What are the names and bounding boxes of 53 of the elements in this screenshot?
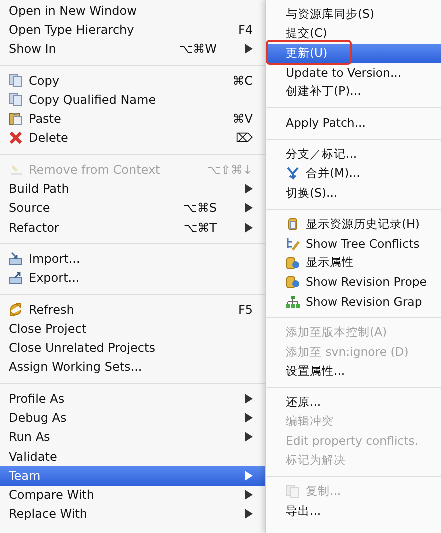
menu-item[interactable]: Build Path [0, 179, 265, 199]
properties-icon [286, 256, 300, 270]
pages-icon [9, 92, 23, 107]
menu-item[interactable]: Assign Working Sets... [0, 358, 265, 378]
menu-item[interactable]: Export... [0, 268, 265, 288]
menu-item[interactable]: 导出... [266, 502, 441, 521]
menu-item[interactable]: 提交(C) [266, 24, 441, 44]
menu-item[interactable]: 设置属性... [266, 362, 441, 382]
export-icon [9, 271, 23, 286]
menu-item[interactable]: 合并(M)... [266, 164, 441, 184]
clipboard-icon [9, 112, 23, 126]
menu-item[interactable]: Open in New Window [0, 1, 265, 20]
menu-item[interactable]: Debug As [0, 408, 265, 428]
menu-item[interactable]: Profile As [0, 389, 265, 408]
menu-item[interactable]: 还原... [266, 393, 441, 412]
menu-item[interactable]: Run As [0, 428, 265, 447]
menu-item[interactable]: 分支／标记... [266, 144, 441, 164]
menu-item[interactable]: Source ⌥⌘S [0, 198, 265, 218]
menu-item[interactable]: Copy Qualified Name [0, 90, 265, 110]
menu-item[interactable]: Close Project [0, 319, 265, 338]
pages-icon [286, 484, 300, 499]
menu-item[interactable]: Show Tree Conflicts [266, 234, 441, 254]
menu-item[interactable]: Import... [0, 249, 265, 269]
import-icon [9, 252, 23, 266]
menu-item[interactable]: 显示资源历史记录(H) [266, 214, 441, 234]
menu-item[interactable]: Show Revision Grap [266, 292, 441, 312]
delete-icon [9, 131, 23, 146]
menu-item[interactable]: 切换(S)... [266, 183, 441, 203]
menu-item[interactable]: Replace With [0, 504, 265, 524]
menu-item[interactable]: 创建补丁(P)... [266, 82, 441, 102]
menu-item[interactable]: Compare With [0, 486, 265, 505]
menu-item[interactable]: Paste ⌘V [0, 109, 265, 129]
menu-item[interactable]: 显示属性 [266, 253, 441, 273]
menu-item[interactable]: Team [0, 466, 265, 486]
cylinder-icon [286, 217, 300, 232]
menu-item[interactable]: Copy ⌘C [0, 70, 265, 90]
properties-icon [286, 275, 300, 290]
menu-item[interactable]: Show Revision Prope [266, 272, 441, 292]
menu-item[interactable]: Show In ⌥⌘W [0, 40, 265, 59]
menu-item[interactable]: Apply Patch... [266, 113, 441, 133]
menu-item[interactable]: Close Unrelated Projects [0, 338, 265, 358]
menu-item[interactable]: Delete ⌦ [0, 128, 265, 148]
menu-item[interactable]: Update to Version... [266, 62, 441, 82]
merge-arrow-icon [286, 166, 300, 181]
menu-item[interactable]: Refresh F5 [0, 300, 265, 320]
menu-item[interactable]: Validate [0, 446, 265, 466]
graph-icon [286, 294, 300, 308]
menu-item[interactable]: Open Type Hierarchy F4 [0, 20, 265, 40]
menu-item[interactable]: 与资源库同步(S) [266, 5, 441, 24]
menu-item[interactable]: Refactor ⌥⌘T [0, 218, 265, 238]
pages-icon [9, 74, 23, 88]
tree-pencil-icon [286, 236, 300, 251]
refresh-icon [9, 302, 23, 316]
